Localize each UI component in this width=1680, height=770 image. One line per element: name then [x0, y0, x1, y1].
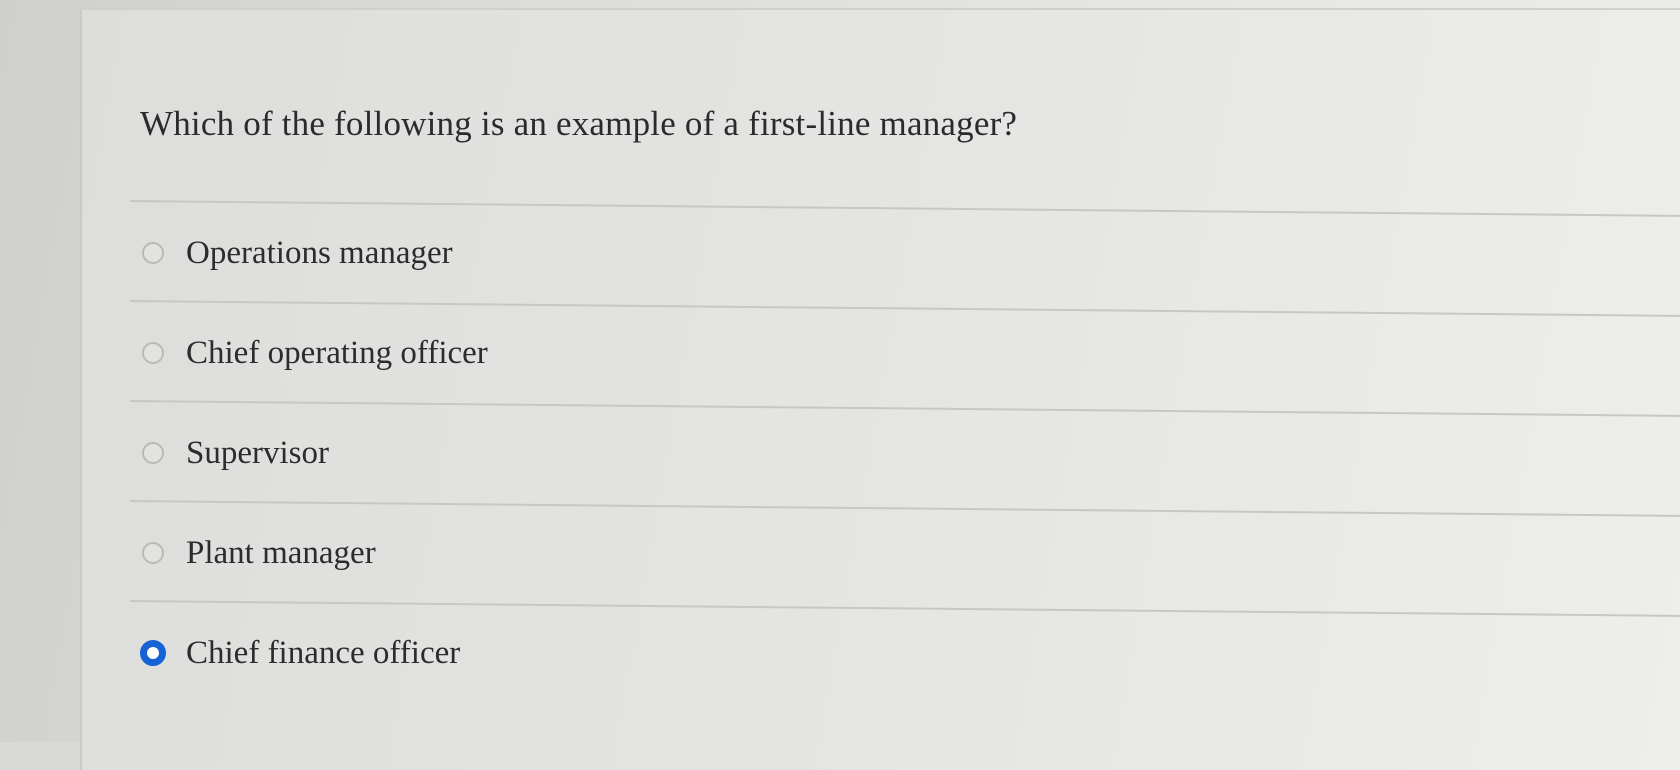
question-card: Which of the following is an example of … [80, 8, 1680, 770]
option-label: Chief operating officer [186, 334, 488, 371]
option-chief-finance-officer[interactable]: Chief finance officer [140, 625, 461, 681]
radio-button-unselected-icon[interactable] [142, 242, 164, 264]
option-supervisor[interactable]: Supervisor [142, 425, 329, 481]
option-label: Supervisor [186, 434, 329, 471]
option-label: Plant manager [186, 534, 376, 571]
radio-button-selected-icon[interactable] [140, 640, 166, 666]
radio-button-unselected-icon[interactable] [142, 342, 164, 364]
divider [129, 300, 1680, 317]
question-text: Which of the following is an example of … [140, 104, 1018, 143]
divider [129, 500, 1680, 517]
divider [129, 600, 1680, 617]
divider [129, 400, 1680, 417]
option-label: Operations manager [186, 234, 453, 271]
option-plant-manager[interactable]: Plant manager [142, 525, 376, 581]
option-operations-manager[interactable]: Operations manager [142, 225, 453, 281]
option-label: Chief finance officer [186, 634, 461, 671]
divider [129, 200, 1680, 217]
radio-button-unselected-icon[interactable] [142, 442, 164, 464]
option-chief-operating-officer[interactable]: Chief operating officer [142, 325, 488, 381]
radio-button-unselected-icon[interactable] [142, 542, 164, 564]
